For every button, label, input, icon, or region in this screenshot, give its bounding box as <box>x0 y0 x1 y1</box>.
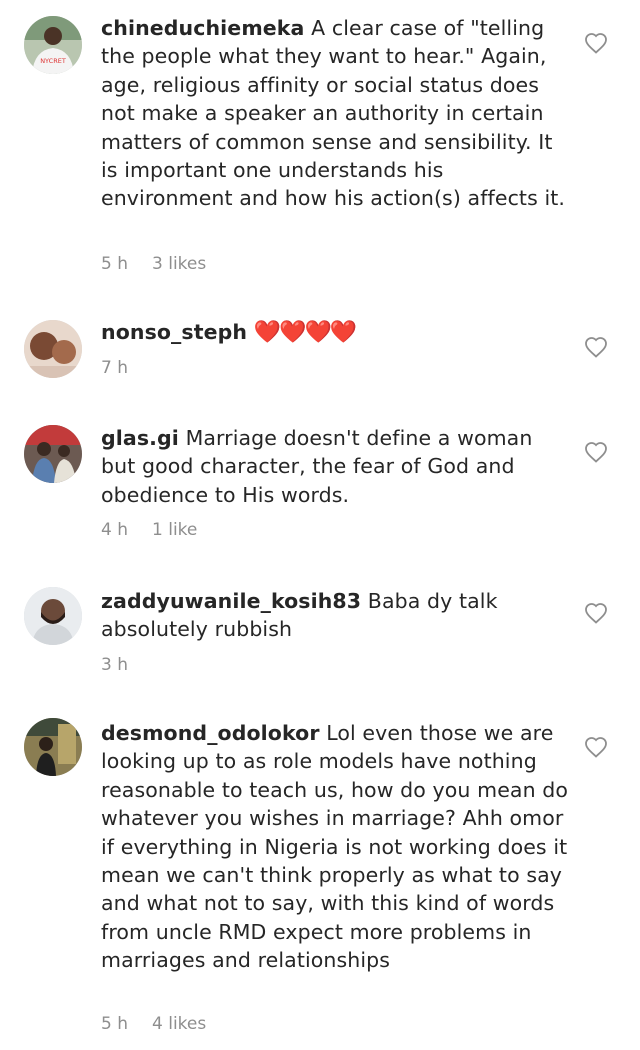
heart-outline-icon <box>585 442 607 463</box>
heart-outline-icon <box>585 603 607 624</box>
like-button[interactable] <box>584 336 608 360</box>
comment-body: zaddyuwanile_kosih83 Baba dy talk absolu… <box>101 587 571 644</box>
like-button[interactable] <box>584 602 608 626</box>
comment-time: 5 h <box>101 1014 128 1034</box>
comment-body: nonso_steph ❤️❤️❤️❤️ <box>101 318 571 347</box>
comment-username[interactable]: zaddyuwanile_kosih83 <box>101 589 361 613</box>
comment-username[interactable]: chineduchiemeka <box>101 16 304 40</box>
avatar[interactable]: NYCRET <box>24 16 82 74</box>
avatar[interactable] <box>24 425 82 483</box>
comment-meta: 3 h <box>101 655 128 675</box>
comment-text: A clear case of "telling the people what… <box>101 16 566 211</box>
avatar[interactable] <box>24 320 82 378</box>
comment-time: 7 h <box>101 358 128 378</box>
comment-time: 3 h <box>101 655 128 675</box>
comment-likes[interactable]: 3 likes <box>152 254 206 274</box>
comment-body: glas.gi Marriage doesn't define a woman … <box>101 424 571 509</box>
comment-text: ❤️❤️❤️❤️ <box>253 320 358 345</box>
comment-username[interactable]: desmond_odolokor <box>101 721 320 745</box>
avatar[interactable] <box>24 587 82 645</box>
like-button[interactable] <box>584 441 608 465</box>
like-button[interactable] <box>584 736 608 760</box>
like-button[interactable] <box>584 32 608 56</box>
comment-meta: 4 h 1 like <box>101 520 197 540</box>
comment-time: 5 h <box>101 254 128 274</box>
comment-likes[interactable]: 1 like <box>152 520 197 540</box>
comment-meta: 7 h <box>101 358 128 378</box>
comment-body: desmond_odolokor Lol even those we are l… <box>101 719 571 975</box>
heart-outline-icon <box>585 337 607 358</box>
heart-outline-icon <box>585 33 607 54</box>
comment-username[interactable]: glas.gi <box>101 426 179 450</box>
comment-meta: 5 h 3 likes <box>101 254 206 274</box>
comment-meta: 5 h 4 likes <box>101 1014 206 1034</box>
avatar[interactable] <box>24 718 82 776</box>
comment-text: Lol even those we are looking up to as r… <box>101 721 569 973</box>
comment-username[interactable]: nonso_steph <box>101 320 247 344</box>
comment-likes[interactable]: 4 likes <box>152 1014 206 1034</box>
avatar-shirt-text: NYCRET <box>40 57 66 65</box>
comment-body: chineduchiemeka A clear case of "telling… <box>101 14 571 213</box>
heart-outline-icon <box>585 737 607 758</box>
comment-time: 4 h <box>101 520 128 540</box>
